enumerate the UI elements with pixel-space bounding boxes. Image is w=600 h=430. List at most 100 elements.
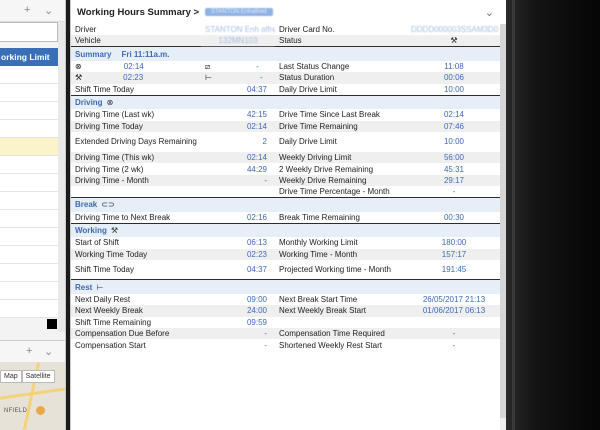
row-value: 24:00 — [201, 305, 275, 317]
working-hours-summary-panel: Working Hours Summary > STANTON Enhalfre… — [70, 0, 506, 430]
row-label: Drive Time Percentage - Month — [275, 186, 407, 198]
row-label: 2 Weekly Drive Remaining — [275, 163, 407, 175]
vehicle-label: Vehicle — [71, 35, 201, 47]
section-header-working: Working ⚒ — [71, 222, 501, 238]
panel-title[interactable]: Working Hours Summary > — [77, 7, 199, 18]
chevron-down-icon[interactable]: ⌄ — [44, 4, 53, 17]
row-label: Projected Working time - Month — [275, 259, 407, 280]
list-row[interactable] — [0, 120, 58, 138]
section-title: Summary — [75, 49, 112, 59]
list-row[interactable] — [0, 246, 58, 264]
row-value: 01/06/2017 06:13 — [407, 305, 501, 317]
list-row[interactable] — [0, 84, 58, 102]
list-scrollbar[interactable] — [58, 22, 65, 332]
row-label: Next Break Start Time — [275, 293, 407, 306]
chevron-down-icon[interactable]: ⌄ — [44, 345, 53, 358]
add-icon[interactable]: + — [26, 345, 32, 357]
list-rows — [0, 66, 58, 318]
row-value: - — [407, 339, 501, 351]
break-rows: Driving Time to Next Break 02:16 Break Tim… — [71, 211, 501, 224]
list-row[interactable] — [0, 282, 58, 300]
row-label: Break Time Remaining — [275, 211, 407, 224]
map-toolbar: + ⌄ — [0, 340, 65, 362]
map-tab[interactable]: Map — [0, 370, 22, 383]
bed-icon: ⊢ — [205, 73, 212, 83]
row-label: Driving Time (This wk) — [71, 151, 201, 164]
row-label: Compensation Time Required — [275, 328, 407, 340]
row-value — [201, 186, 275, 198]
row-value: 06:13 — [201, 237, 275, 249]
map-type-tabs: Map Satellite — [0, 370, 55, 383]
daily-drive-limit-value: 10:00 — [407, 83, 501, 96]
row-label: Next Weekly Break — [71, 305, 201, 317]
row-label: Drive Time Since Last Break — [275, 109, 407, 121]
row-value: 10:00 — [407, 131, 501, 152]
row-label: Next Weekly Break Start — [275, 305, 407, 317]
list-row[interactable] — [0, 192, 58, 210]
section-title: Working — [75, 225, 107, 235]
row-label: Extended Driving Days Remaining — [71, 131, 201, 152]
vehicle-list-panel: + ⌄ orking Limit + ⌄ Map Satellite NFIEL… — [0, 0, 66, 430]
map-place-label: NFIELD — [4, 408, 28, 414]
row-value: 56:00 — [407, 151, 501, 164]
list-row[interactable] — [0, 102, 58, 120]
vehicle-value: 132MN103 — [201, 35, 275, 47]
list-search-input[interactable] — [0, 22, 58, 42]
list-row[interactable] — [0, 210, 58, 228]
map-road-badge — [36, 406, 45, 415]
table-row: ⚒ 02:23 ⊢ - Status Duration 00:06 — [71, 72, 501, 84]
driving-rows: Driving Time (Last wk) 42:15 Drive Time Si… — [71, 109, 501, 198]
row-value: - — [201, 174, 275, 187]
map-view[interactable]: Map Satellite NFIELD — [0, 362, 65, 430]
list-row-selected[interactable] — [0, 138, 58, 156]
device-frame — [506, 0, 600, 430]
row-label: Driving Time Today — [71, 120, 201, 132]
list-row[interactable] — [0, 264, 58, 282]
list-row[interactable] — [0, 174, 58, 192]
coffee-cup-icon: ⊂⊃ — [101, 200, 115, 210]
hammer-pick-icon: ⚒ — [450, 36, 458, 46]
list-row[interactable] — [0, 228, 58, 246]
row-value: 180:00 — [407, 237, 501, 249]
list-row[interactable] — [0, 300, 58, 318]
row-label: Start of Shift — [71, 237, 201, 249]
section-title: Driving — [75, 97, 103, 107]
row-label: Compensation Due Before — [71, 328, 201, 340]
row-value — [407, 316, 501, 329]
row-value: 157:17 — [407, 248, 501, 260]
table-row: Shift Time Today 04:37 Projected Working t… — [71, 259, 501, 280]
satellite-tab[interactable]: Satellite — [21, 370, 55, 383]
status-duration-value: 00:06 — [407, 72, 501, 84]
summary-rest-value: - — [259, 73, 263, 83]
chevron-down-icon[interactable]: ⌄ — [485, 6, 494, 19]
row-value: 02:14 — [201, 151, 275, 164]
section-header-break: Break ⊂⊃ — [71, 197, 501, 212]
row-value: - — [407, 186, 501, 198]
hammer-pick-icon: ⚒ — [75, 73, 83, 83]
row-value: 09:59 — [201, 316, 275, 329]
table-row: Driver STANTON Enh alfred Driver Card No… — [71, 24, 501, 36]
list-toolbar: + ⌄ — [0, 0, 65, 22]
list-row[interactable] — [0, 66, 58, 84]
table-row: Driving Time (2 wk) 44:29 2 Weekly Drive R… — [71, 163, 501, 175]
driver-card-label: Driver Card No. — [275, 24, 407, 36]
table-row: Next Daily Rest 09:00 Next Break Start Tim… — [71, 293, 501, 306]
column-header-working-limit[interactable]: orking Limit — [0, 48, 58, 66]
table-row: Extended Driving Days Remaining 2 Daily Dr… — [71, 131, 501, 152]
row-label: Drive Time Remaining — [275, 120, 407, 132]
status-label: Status — [275, 35, 407, 47]
shift-time-today-value: 04:37 — [201, 83, 275, 96]
row-label — [71, 186, 201, 198]
bed-icon: ⊢ — [96, 282, 104, 292]
table-row: Drive Time Percentage - Month - — [71, 186, 501, 198]
table-row: Next Weekly Break 24:00 Next Weekly Break … — [71, 305, 501, 317]
table-row: Working Time Today 02:23 Working Time - Mo… — [71, 248, 501, 260]
resize-handle[interactable] — [47, 319, 57, 329]
list-row[interactable] — [0, 156, 58, 174]
section-header-rest: Rest ⊢ — [71, 279, 501, 294]
table-row: Start of Shift 06:13 Monthly Working Limit… — [71, 237, 501, 249]
row-label: Compensation Start — [71, 339, 201, 351]
add-icon[interactable]: + — [24, 4, 30, 16]
table-row: Driving Time to Next Break 02:16 Break Tim… — [71, 211, 501, 224]
row-value: 2 — [201, 131, 275, 152]
